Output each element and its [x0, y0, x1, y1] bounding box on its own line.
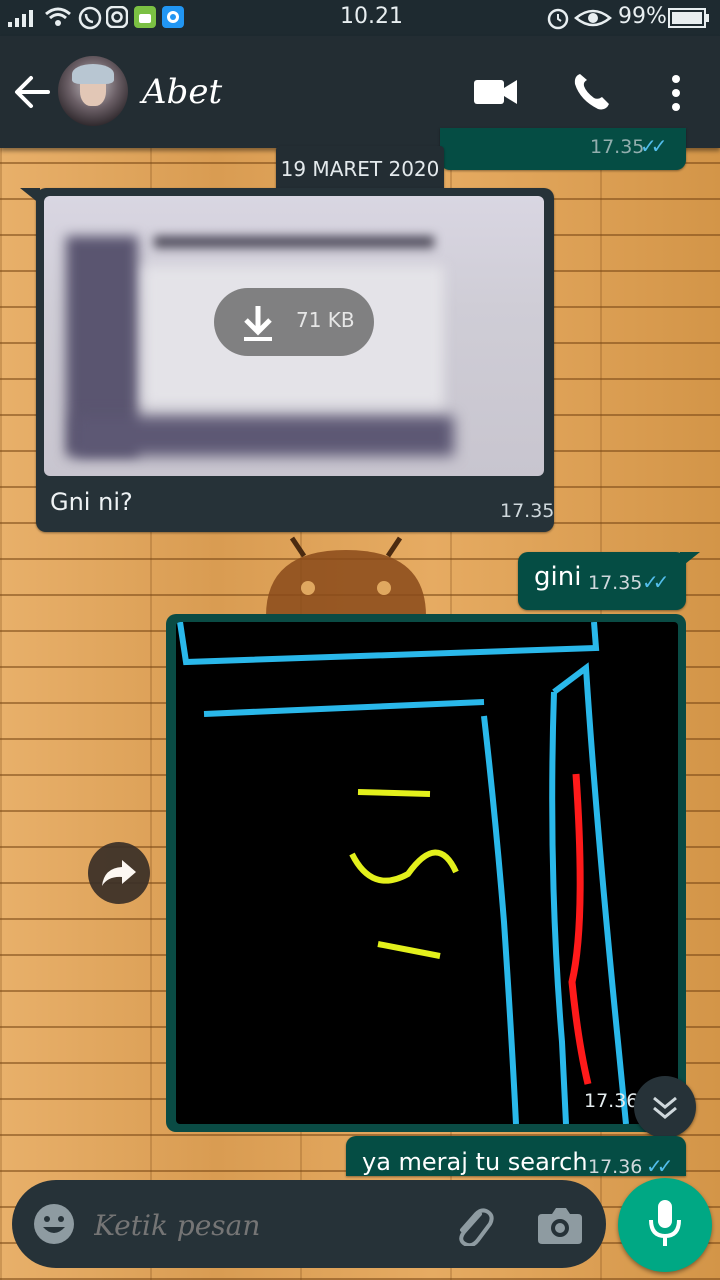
message-text: gini [534, 562, 582, 592]
eye-icon [574, 9, 612, 27]
drawing-strokes [177, 622, 629, 1124]
read-ticks-icon: ✓✓ [642, 570, 669, 594]
drawing-image[interactable]: 17.36 [176, 622, 678, 1124]
bubble-tail [20, 188, 40, 204]
forward-button[interactable] [88, 842, 150, 904]
app-notification-icon [162, 6, 184, 28]
image-caption: Gni ni? [50, 488, 133, 516]
whatsapp-icon [78, 6, 102, 30]
battery-percent: 99% [618, 4, 667, 29]
message-time: 17.35 [590, 136, 645, 158]
phone-icon[interactable] [572, 72, 612, 112]
message-time: 17.36 [588, 1156, 643, 1176]
alarm-icon [547, 8, 569, 30]
message-bubble-partial[interactable]: 17.35 ✓✓ [440, 128, 686, 170]
scroll-to-bottom-button[interactable] [634, 1076, 696, 1138]
message-time: 17.35 [500, 500, 555, 522]
attach-icon[interactable] [450, 1202, 494, 1246]
instagram-icon [106, 6, 128, 28]
bubble-tail [680, 552, 700, 568]
download-button[interactable]: 71 KB [214, 288, 374, 356]
double-chevron-down-icon [653, 1096, 677, 1119]
status-time: 10.21 [340, 4, 403, 29]
read-ticks-icon: ✓✓ [640, 134, 667, 158]
blurred-image-preview[interactable]: 71 KB [44, 196, 544, 476]
back-arrow-icon[interactable] [14, 74, 52, 110]
avatar[interactable] [58, 56, 128, 126]
mic-button[interactable] [618, 1178, 712, 1272]
message-time: 17.35 [588, 572, 643, 594]
message-text: ya meraj tu search [362, 1148, 588, 1176]
message-bubble-outgoing[interactable]: gini 17.35 ✓✓ [518, 552, 700, 610]
battery-icon [668, 8, 709, 28]
forward-arrow-icon [102, 860, 136, 886]
emoji-icon[interactable] [32, 1202, 76, 1246]
camera-icon[interactable] [538, 1206, 582, 1244]
android-app-icon [134, 6, 156, 28]
date-chip: 19 MARET 2020 [276, 146, 444, 192]
mic-icon [649, 1200, 681, 1246]
contact-name[interactable]: Abet [142, 72, 222, 112]
more-vert-icon[interactable] [668, 74, 684, 112]
download-arrow-icon [244, 306, 272, 341]
wifi-icon [45, 7, 71, 26]
message-input[interactable] [92, 1198, 416, 1252]
android-wallpaper-logo [266, 536, 426, 616]
status-bar: 10.21 99% [0, 0, 720, 36]
message-time: 17.36 [584, 1090, 639, 1112]
message-input-bar [12, 1180, 606, 1268]
message-bubble-outgoing[interactable]: ya meraj tu search 17.36 ✓✓ [346, 1136, 686, 1176]
read-ticks-icon: ✓✓ [646, 1154, 673, 1176]
signal-icon [8, 10, 33, 27]
video-call-icon[interactable] [474, 78, 518, 106]
download-size: 71 KB [296, 308, 355, 332]
